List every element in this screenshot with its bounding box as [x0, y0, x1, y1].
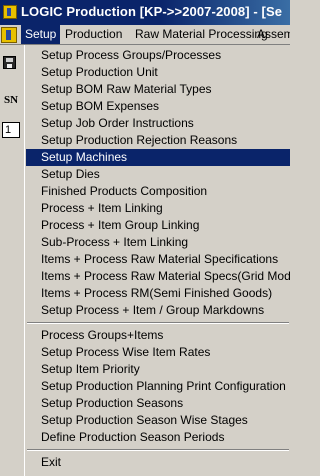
app-window: LOGIC Production [KP->>2007-2008] - [Se …: [0, 0, 290, 476]
menu-group-exit: Exit: [26, 454, 290, 471]
menu-item-setup-job-order-instructions[interactable]: Setup Job Order Instructions: [26, 115, 290, 132]
menu-separator: [26, 447, 290, 453]
menu-item-setup-production-seasons[interactable]: Setup Production Seasons: [26, 395, 290, 412]
menu-item-setup-production-rejection-reasons[interactable]: Setup Production Rejection Reasons: [26, 132, 290, 149]
menu-item-process-item-linking[interactable]: Process + Item Linking: [26, 200, 290, 217]
save-icon[interactable]: [3, 56, 16, 69]
menu-item-setup-production-planning-print-configuration[interactable]: Setup Production Planning Print Configur…: [26, 378, 290, 395]
menu-setup[interactable]: Setup: [21, 25, 61, 44]
menu-item-process-item-group-linking[interactable]: Process + Item Group Linking: [26, 217, 290, 234]
menu-item-exit[interactable]: Exit: [26, 454, 290, 471]
menu-item-finished-products-composition[interactable]: Finished Products Composition: [26, 183, 290, 200]
menu-raw-material-processing[interactable]: Raw Material Processing: [131, 25, 272, 44]
menu-item-setup-process-groups-processes[interactable]: Setup Process Groups/Processes: [26, 47, 290, 64]
menu-item-setup-bom-expenses[interactable]: Setup BOM Expenses: [26, 98, 290, 115]
grid-column-header: SN: [4, 94, 19, 106]
menu-item-process-groups-items[interactable]: Process Groups+Items: [26, 327, 290, 344]
menu-item-setup-process-wise-item-rates[interactable]: Setup Process Wise Item Rates: [26, 344, 290, 361]
menu-item-items-process-raw-material-specifications[interactable]: Items + Process Raw Material Specificati…: [26, 251, 290, 268]
menu-group-setup: Setup Process Groups/Processes Setup Prod…: [26, 47, 290, 319]
menu-group-production-config: Process Groups+Items Setup Process Wise I…: [26, 327, 290, 446]
menu-item-setup-bom-raw-material-types[interactable]: Setup BOM Raw Material Types: [26, 81, 290, 98]
menu-item-sub-process-item-linking[interactable]: Sub-Process + Item Linking: [26, 234, 290, 251]
menu-item-items-process-raw-material-specs-grid-mode[interactable]: Items + Process Raw Material Specs(Grid …: [26, 268, 290, 285]
app-icon[interactable]: [3, 5, 17, 19]
menu-item-setup-item-priority[interactable]: Setup Item Priority: [26, 361, 290, 378]
background-panel: SN 1: [0, 45, 24, 476]
menu-item-setup-production-season-wise-stages[interactable]: Setup Production Season Wise Stages: [26, 412, 290, 429]
setup-dropdown-menu: Setup Process Groups/Processes Setup Prod…: [24, 45, 290, 476]
menu-item-setup-production-unit[interactable]: Setup Production Unit: [26, 64, 290, 81]
menu-assembly[interactable]: Assemb: [253, 25, 290, 44]
menu-bar: Setup Production Raw Material Processing…: [0, 25, 290, 45]
menu-item-items-process-rm-semi-finished-goods[interactable]: Items + Process RM(Semi Finished Goods): [26, 285, 290, 302]
window-title: LOGIC Production [KP->>2007-2008] - [Se: [21, 4, 283, 19]
document-icon[interactable]: [1, 27, 17, 43]
menu-production[interactable]: Production: [61, 25, 126, 44]
menu-item-setup-dies[interactable]: Setup Dies: [26, 166, 290, 183]
menu-item-setup-process-item-group-markdowns[interactable]: Setup Process + Item / Group Markdowns: [26, 302, 290, 319]
menu-item-setup-machines[interactable]: Setup Machines: [26, 149, 290, 166]
title-bar[interactable]: LOGIC Production [KP->>2007-2008] - [Se: [0, 0, 290, 25]
menu-item-define-production-season-periods[interactable]: Define Production Season Periods: [26, 429, 290, 446]
grid-cell[interactable]: 1: [2, 122, 20, 138]
menu-separator: [26, 320, 290, 326]
